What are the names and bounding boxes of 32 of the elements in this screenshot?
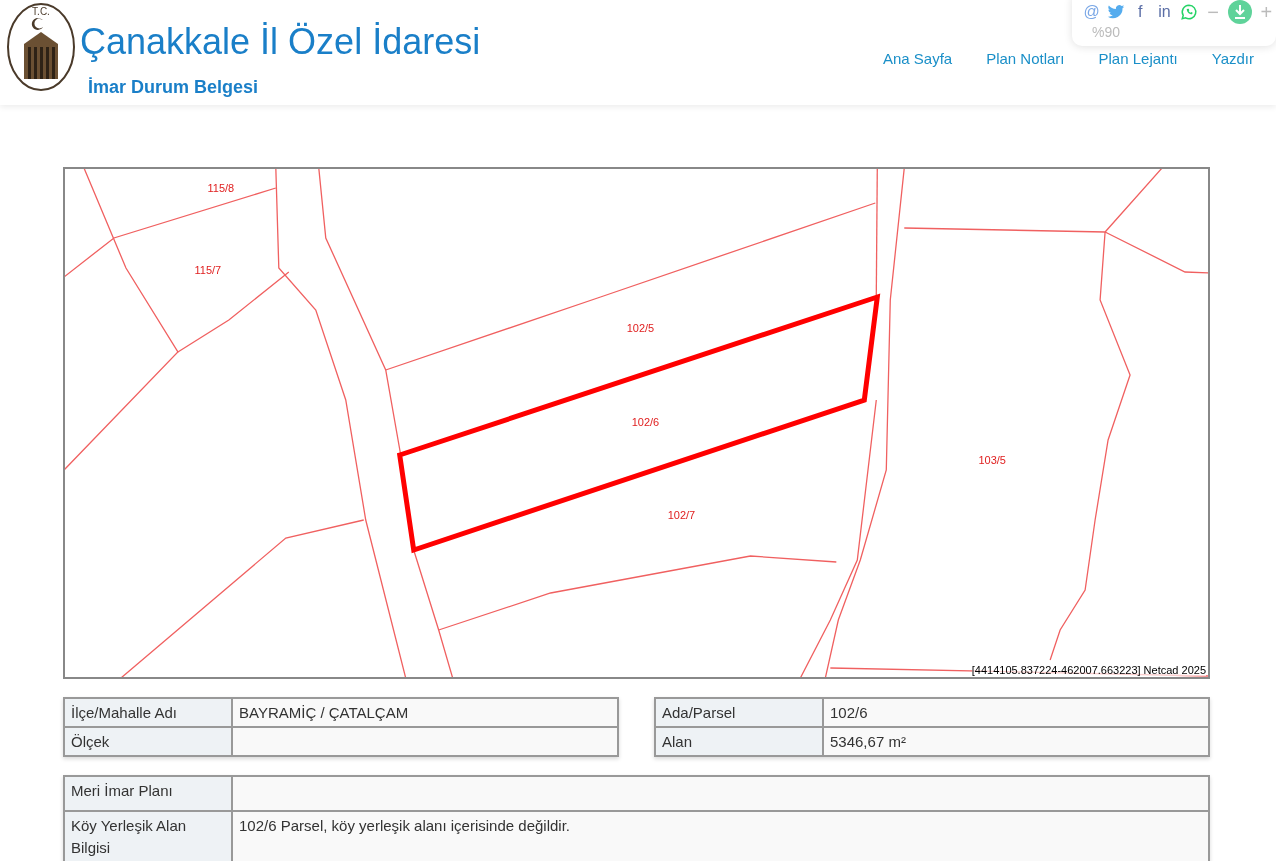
parcel-label: 103/5: [978, 454, 1006, 466]
site-title: Çanakkale İl Özel İdaresi: [80, 21, 481, 63]
toolbar-button[interactable]: −: [1203, 2, 1223, 22]
map-credit: [4414105.837224-462007.663223] Netcad 2025: [971, 664, 1206, 676]
field-value: BAYRAMİÇ / ÇATALÇAM: [232, 698, 618, 727]
nav-link[interactable]: Yazdır: [1211, 50, 1254, 67]
field-label: Alan: [655, 727, 823, 756]
parcel-label: 102/7: [667, 509, 696, 521]
toolbar-button[interactable]: f: [1130, 2, 1150, 22]
field-label: Meri İmar Planı: [64, 776, 232, 811]
zoom-level: %90: [1092, 24, 1121, 40]
nav-link[interactable]: Plan Notları: [986, 50, 1065, 67]
chat-bubble-icon[interactable]: [1179, 2, 1199, 22]
parcel-label: 115/7: [194, 264, 222, 276]
field-label: Ölçek: [64, 727, 232, 756]
toolbar-button[interactable]: +: [1256, 2, 1276, 22]
field-label: Ada/Parsel: [655, 698, 823, 727]
emblem-logo: T.C.: [6, 2, 76, 92]
toolbar-button[interactable]: in: [1154, 2, 1175, 22]
page-subtitle: İmar Durum Belgesi: [88, 77, 260, 98]
field-value: 102/6 Parsel, köy yerleşik alanı içerisinde değildir.: [232, 811, 1209, 861]
nav-link[interactable]: Ana Sayfa: [882, 50, 953, 67]
parcel-label: 102/6: [631, 416, 660, 428]
parcel-label: 115/8: [207, 182, 235, 194]
toolbar-button[interactable]: @: [1082, 2, 1102, 22]
field-value: 102/6: [823, 698, 1209, 727]
nav-link[interactable]: Plan Lejantı: [1098, 50, 1178, 67]
download-icon[interactable]: [1227, 0, 1252, 24]
field-value: 5346,67 m²: [823, 727, 1209, 756]
parcel-label: 102/5: [626, 322, 655, 334]
field-label: İlçe/Mahalle Adı: [64, 698, 232, 727]
field-label: Köy Yerleşik Alan Bilgisi: [64, 811, 232, 861]
